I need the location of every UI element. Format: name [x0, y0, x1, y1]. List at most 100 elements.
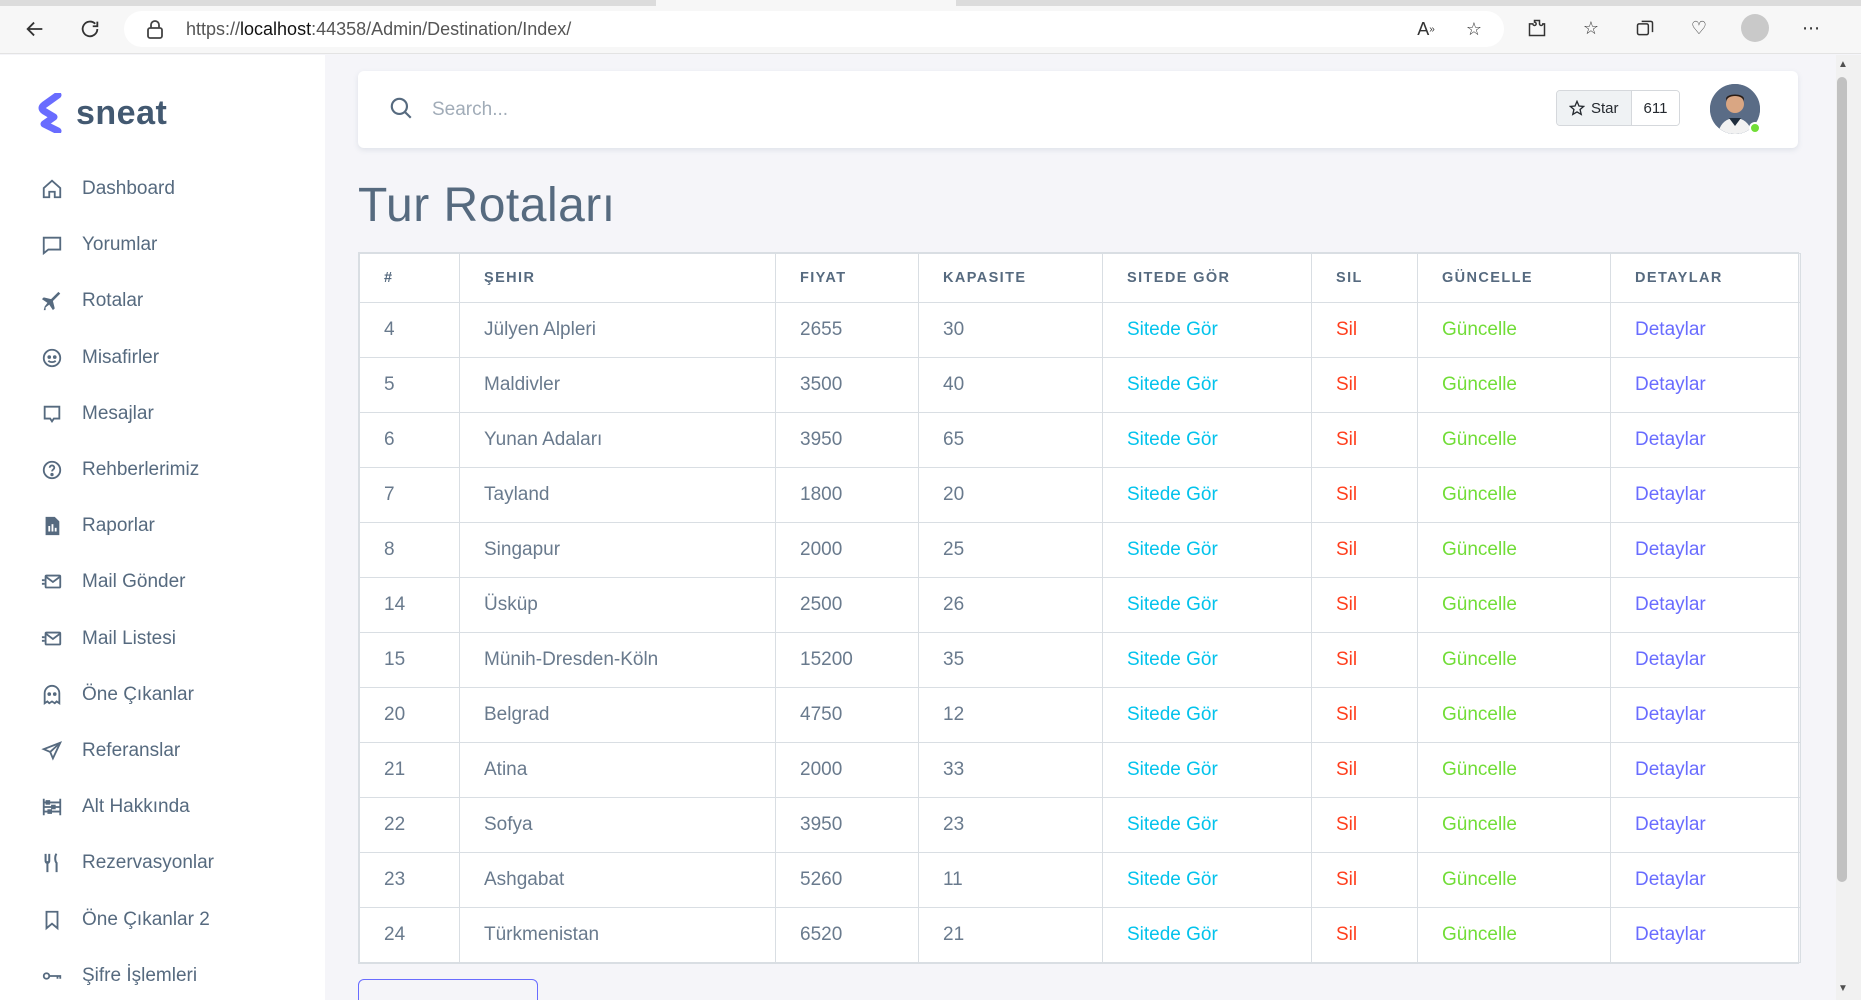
brand-logo[interactable]: sneat [38, 93, 167, 133]
update-link[interactable]: Güncelle [1442, 594, 1517, 615]
collections-icon[interactable] [1633, 16, 1657, 40]
view-link[interactable]: Sitede Gör [1127, 649, 1218, 670]
profile-icon[interactable] [1741, 14, 1769, 42]
active-tab[interactable] [656, 0, 956, 6]
update-link[interactable]: Güncelle [1442, 374, 1517, 395]
back-icon[interactable] [20, 14, 50, 44]
sidebar-item-label: Yorumlar [82, 234, 158, 256]
update-link[interactable]: Güncelle [1442, 429, 1517, 450]
sidebar-item-mesajlar[interactable]: Mesajlar [40, 386, 310, 442]
details-link[interactable]: Detaylar [1635, 649, 1706, 670]
cell-id: 14 [384, 594, 406, 615]
github-star[interactable]: Star [1557, 91, 1632, 125]
table-cell: Detaylar [1610, 357, 1801, 413]
github-star-count[interactable]: 611 [1631, 91, 1680, 125]
details-link[interactable]: Detaylar [1635, 539, 1706, 560]
view-link[interactable]: Sitede Gör [1127, 594, 1218, 615]
details-link[interactable]: Detaylar [1635, 759, 1706, 780]
view-link[interactable]: Sitede Gör [1127, 429, 1218, 450]
scrollbar[interactable]: ▲ ▼ [1836, 55, 1861, 1000]
delete-link[interactable]: Sil [1336, 924, 1357, 945]
sidebar-item-rotalar[interactable]: Rotalar [40, 273, 310, 329]
update-link[interactable]: Güncelle [1442, 484, 1517, 505]
github-star-button[interactable]: Star 611 [1556, 90, 1681, 126]
search-input[interactable] [432, 93, 1032, 127]
delete-link[interactable]: Sil [1336, 759, 1357, 780]
view-link[interactable]: Sitede Gör [1127, 374, 1218, 395]
details-link[interactable]: Detaylar [1635, 484, 1706, 505]
table-cell: 25 [918, 522, 1103, 578]
browser-essentials-icon[interactable]: ♡ [1687, 16, 1711, 40]
sidebar-item-sifre-islemleri[interactable]: Şifre İşlemleri [40, 948, 310, 1000]
view-link[interactable]: Sitede Gör [1127, 539, 1218, 560]
update-link[interactable]: Güncelle [1442, 814, 1517, 835]
sidebar-item-alt-hakkinda[interactable]: Alt Hakkında [40, 779, 310, 835]
sidebar-item-one-cikanlar[interactable]: Öne Çıkanlar [40, 667, 310, 723]
delete-link[interactable]: Sil [1336, 539, 1357, 560]
delete-link[interactable]: Sil [1336, 649, 1357, 670]
sidebar-item-dashboard[interactable]: Dashboard [40, 161, 310, 217]
extensions-icon[interactable] [1525, 16, 1549, 40]
sidebar-item-yorumlar[interactable]: Yorumlar [40, 217, 310, 273]
view-link[interactable]: Sitede Gör [1127, 924, 1218, 945]
delete-link[interactable]: Sil [1336, 594, 1357, 615]
view-link[interactable]: Sitede Gör [1127, 484, 1218, 505]
scrollbar-thumb[interactable] [1837, 77, 1847, 882]
sidebar-item-misafirler[interactable]: Misafirler [40, 330, 310, 386]
update-link[interactable]: Güncelle [1442, 704, 1517, 725]
url-text[interactable]: https://localhost:44358/Admin/Destinatio… [186, 19, 571, 40]
read-aloud-icon[interactable]: A» [1414, 17, 1438, 41]
add-route-button[interactable] [358, 979, 538, 1000]
sidebar-item-raporlar[interactable]: Raporlar [40, 498, 310, 554]
update-link[interactable]: Güncelle [1442, 539, 1517, 560]
delete-link[interactable]: Sil [1336, 429, 1357, 450]
favorites-icon[interactable]: ☆ [1579, 16, 1603, 40]
view-link[interactable]: Sitede Gör [1127, 869, 1218, 890]
delete-link[interactable]: Sil [1336, 484, 1357, 505]
address-bar[interactable]: https://localhost:44358/Admin/Destinatio… [124, 11, 1504, 47]
favorite-add-icon[interactable]: ☆ [1462, 17, 1486, 41]
more-icon[interactable]: ⋯ [1799, 16, 1823, 40]
delete-link[interactable]: Sil [1336, 814, 1357, 835]
table-cell: 15 [359, 632, 460, 688]
sidebar-item-rehberlerimiz[interactable]: Rehberlerimiz [40, 442, 310, 498]
refresh-icon[interactable] [75, 14, 105, 44]
details-link[interactable]: Detaylar [1635, 869, 1706, 890]
sidebar-item-referanslar[interactable]: Referanslar [40, 723, 310, 779]
delete-link[interactable]: Sil [1336, 869, 1357, 890]
details-link[interactable]: Detaylar [1635, 429, 1706, 450]
update-link[interactable]: Güncelle [1442, 924, 1517, 945]
update-link[interactable]: Güncelle [1442, 649, 1517, 670]
view-link[interactable]: Sitede Gör [1127, 704, 1218, 725]
details-link[interactable]: Detaylar [1635, 814, 1706, 835]
update-link[interactable]: Güncelle [1442, 869, 1517, 890]
table-header-row: # Şehir Fiyat Kapasite Sitede Gör Sil Gü… [359, 253, 1801, 303]
details-link[interactable]: Detaylar [1635, 374, 1706, 395]
view-link[interactable]: Sitede Gör [1127, 759, 1218, 780]
scroll-up-icon[interactable]: ▲ [1838, 59, 1848, 70]
delete-link[interactable]: Sil [1336, 374, 1357, 395]
table-cell: 3950 [775, 412, 919, 468]
details-link[interactable]: Detaylar [1635, 594, 1706, 615]
table-cell: 3950 [775, 797, 919, 853]
details-link[interactable]: Detaylar [1635, 924, 1706, 945]
table-row: 8 Singapur 2000 25 Sitede Gör Sil Güncelle Deta… [359, 522, 1801, 578]
sidebar-item-label: Rezervasyonlar [82, 852, 214, 874]
delete-link[interactable]: Sil [1336, 704, 1357, 725]
plane-icon [40, 289, 64, 313]
delete-link[interactable]: Sil [1336, 319, 1357, 340]
scroll-down-icon[interactable]: ▼ [1838, 983, 1848, 994]
sidebar-item-rezervasyonlar[interactable]: Rezervasyonlar [40, 835, 310, 891]
lock-icon[interactable] [146, 19, 166, 39]
sidebar-item-mail-listesi[interactable]: Mail Listesi [40, 611, 310, 667]
view-link[interactable]: Sitede Gör [1127, 319, 1218, 340]
table-cell: 33 [918, 742, 1103, 798]
update-link[interactable]: Güncelle [1442, 319, 1517, 340]
sidebar-item-mail-gonder[interactable]: Mail Gönder [40, 554, 310, 610]
update-link[interactable]: Güncelle [1442, 759, 1517, 780]
details-link[interactable]: Detaylar [1635, 319, 1706, 340]
sidebar-item-one-cikanlar-2[interactable]: Öne Çıkanlar 2 [40, 891, 310, 947]
cell-city: Münih-Dresden-Köln [484, 649, 659, 670]
view-link[interactable]: Sitede Gör [1127, 814, 1218, 835]
details-link[interactable]: Detaylar [1635, 704, 1706, 725]
